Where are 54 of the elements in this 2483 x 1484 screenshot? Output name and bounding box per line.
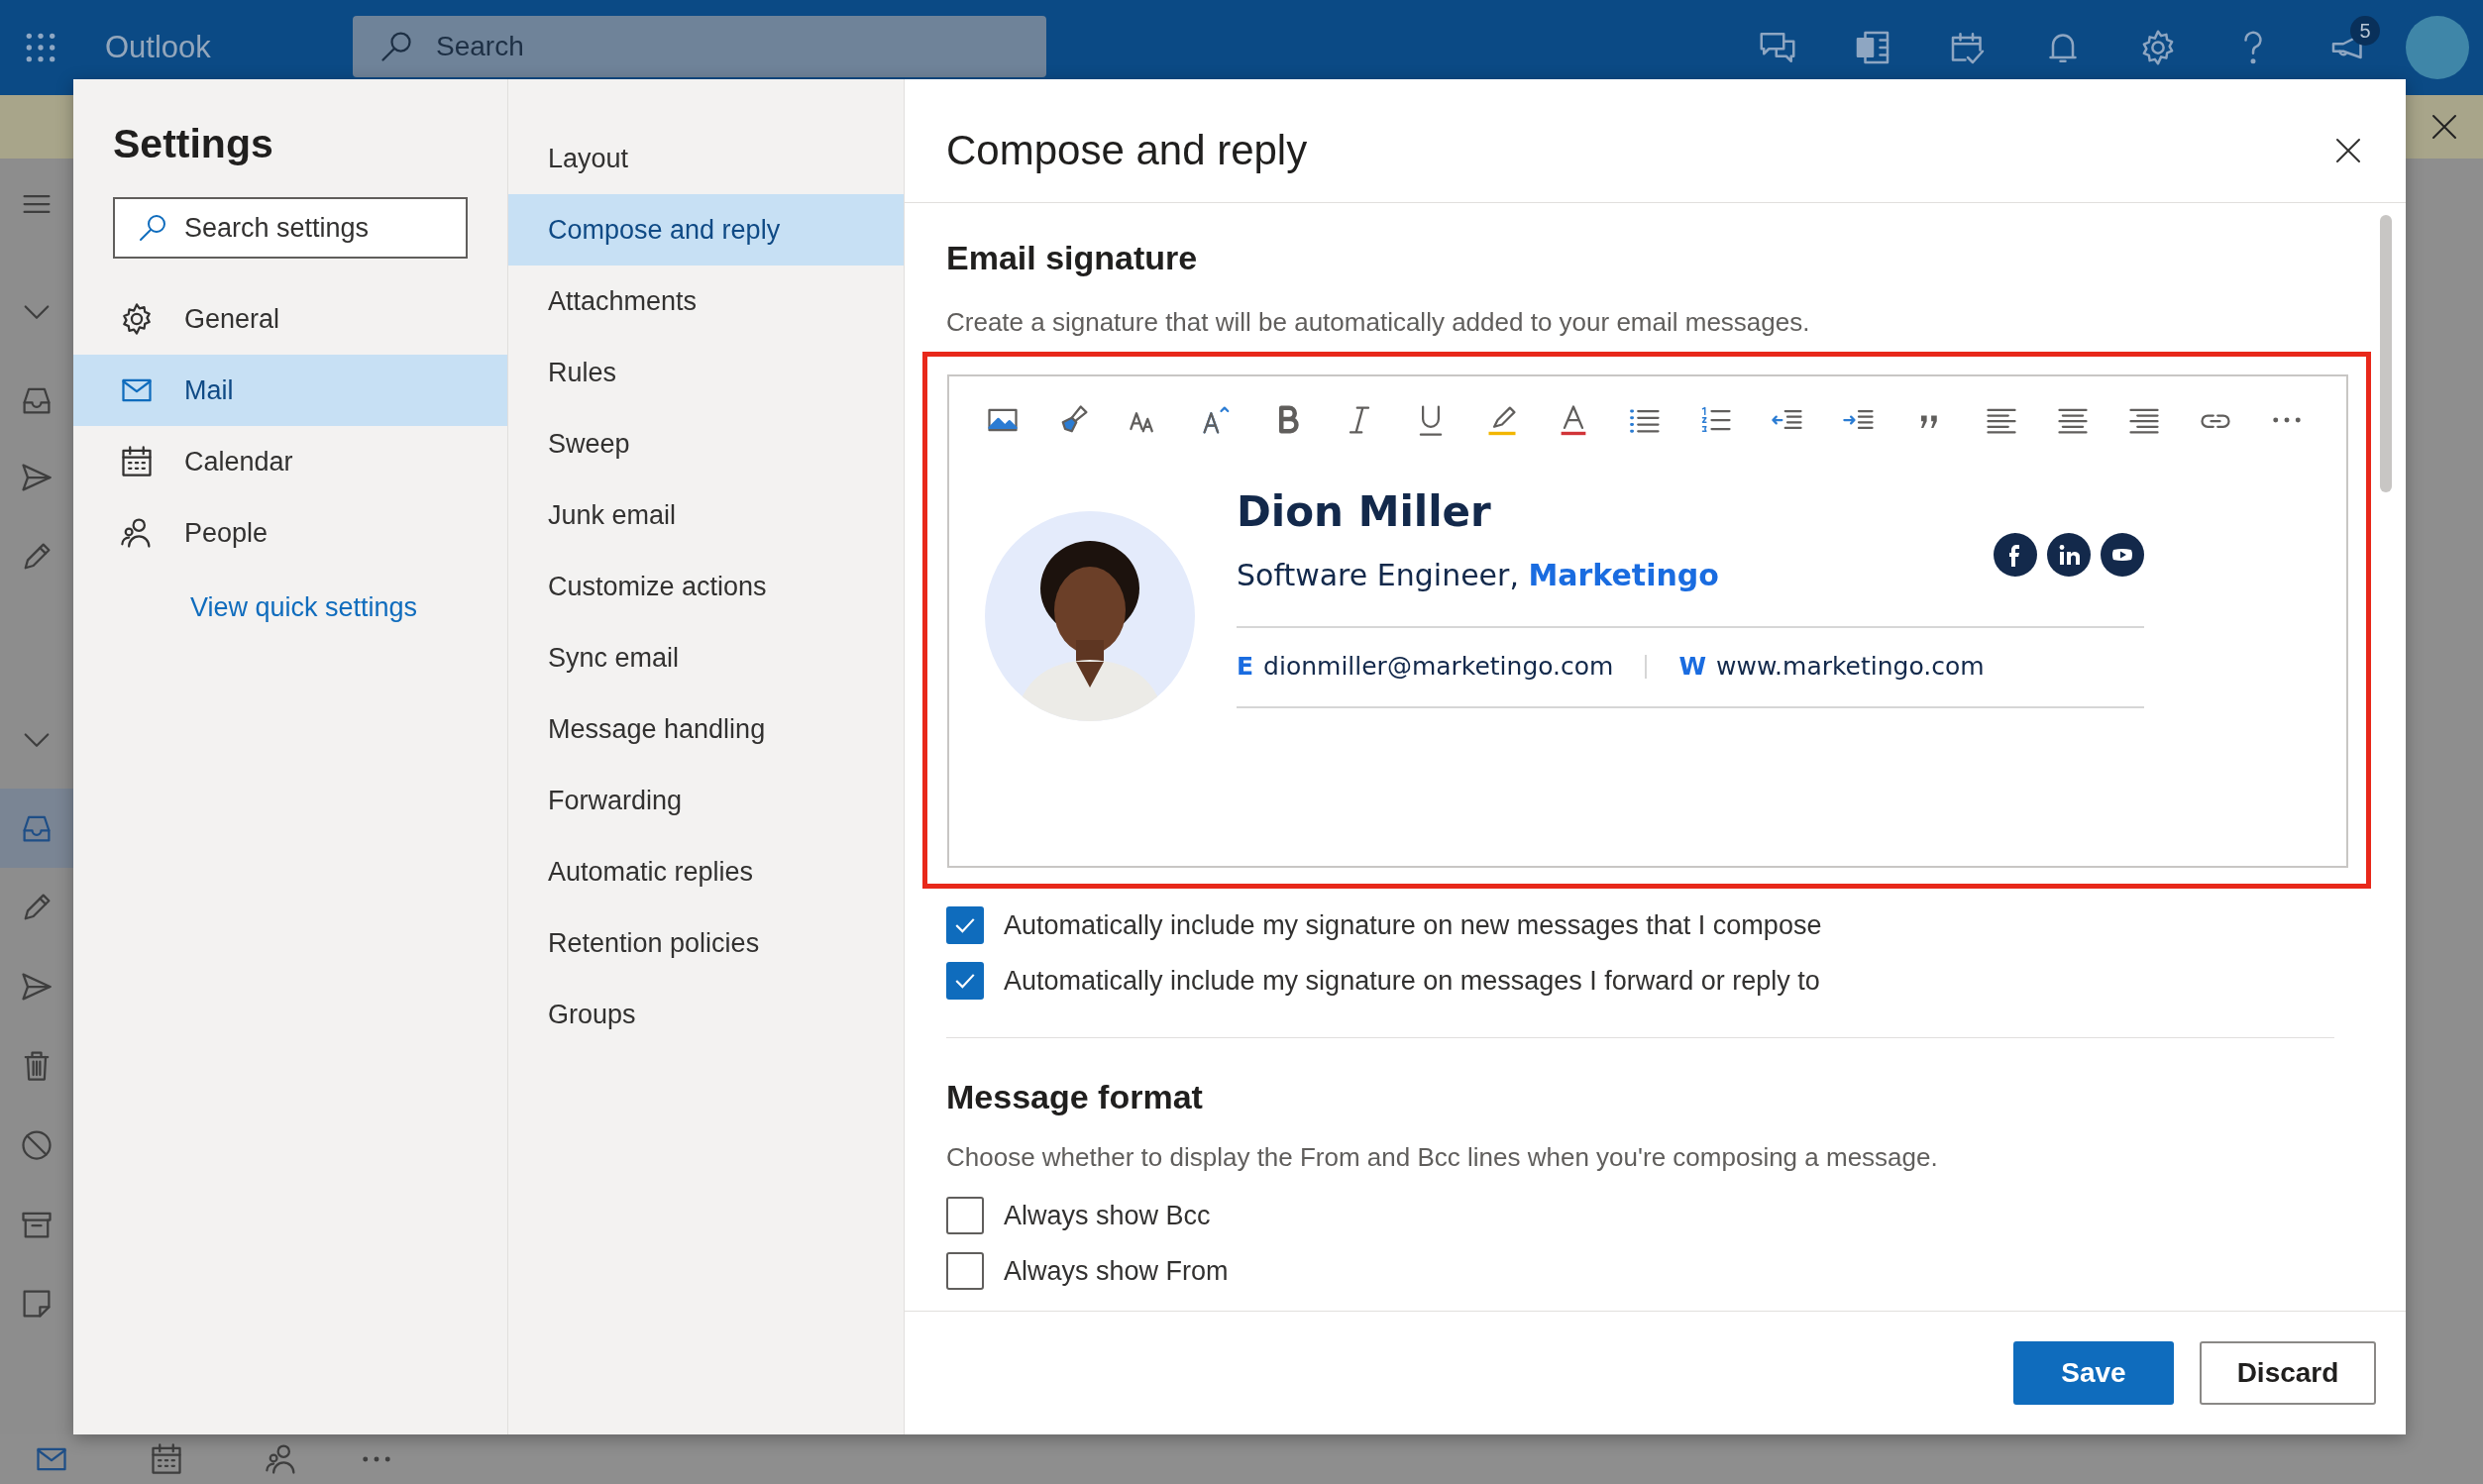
search-field[interactable]: Search settings (113, 197, 468, 259)
signature-editor[interactable]: Dion Miller Software Engineer, Marketingo E dionmiller@marketingo.com W www.marketingo.com (947, 374, 2348, 868)
settings-title: Settings (113, 121, 274, 167)
settings-subcategory[interactable]: Retention policies (508, 907, 904, 979)
signature-name: Dion Miller (1237, 487, 1492, 536)
checkbox[interactable] (946, 906, 984, 944)
app-name: Outlook (105, 30, 212, 65)
settings-category[interactable]: People (73, 497, 507, 569)
youtube-icon[interactable] (2101, 532, 2144, 577)
settings-subcategory[interactable]: Customize actions (508, 551, 904, 622)
email-address: dionmiller@marketingo.com (1263, 652, 1614, 681)
checkbox-label: Always show From (1004, 1255, 1229, 1287)
quick-settings-link[interactable]: View quick settings (190, 592, 418, 623)
discard-button[interactable]: Discard (2200, 1341, 2376, 1405)
scrollbar-thumb[interactable] (2380, 215, 2392, 492)
calendar-icon (119, 444, 155, 479)
linkedin-icon[interactable] (2047, 532, 2091, 577)
job-title: Software Engineer, Marketingo (1237, 558, 1720, 592)
checkbox[interactable] (946, 962, 984, 1000)
settings-subcategory[interactable]: Attachments (508, 265, 904, 337)
calendar-icon[interactable] (149, 1441, 184, 1477)
website-address: www.marketingo.com (1716, 652, 1985, 681)
checkbox-label: Always show Bcc (1004, 1200, 1211, 1231)
section-heading: Message format (946, 1078, 1204, 1116)
settings-subcategory[interactable]: Message handling (508, 693, 904, 765)
facebook-icon[interactable] (1994, 532, 2037, 577)
search-icon (378, 29, 414, 64)
save-button[interactable]: Save (2013, 1341, 2174, 1405)
settings-category[interactable]: General (73, 283, 507, 355)
checkbox[interactable] (946, 1252, 984, 1290)
section-heading: Email signature (946, 239, 1199, 277)
settings-subcategory[interactable]: Compose and reply (508, 194, 904, 265)
settings-subcategory[interactable]: Rules (508, 337, 904, 408)
checkbox-label: Automatically include my signature on messages I forward or reply to (1004, 965, 1820, 997)
settings-subcategory[interactable]: Junk email (508, 479, 904, 551)
website-label: W (1678, 652, 1707, 681)
search-field[interactable]: Search (353, 16, 1046, 77)
blocked-icon[interactable] (19, 1127, 54, 1163)
email-label: E (1237, 652, 1254, 681)
settings-subcategory[interactable]: Sync email (508, 622, 904, 693)
checkbox[interactable] (946, 1197, 984, 1234)
settings-subcategory[interactable]: Groups (508, 979, 904, 1050)
checkbox-label: Automatically include my signature on new messages that I compose (1004, 909, 1822, 941)
settings-category[interactable]: Mail (73, 355, 507, 426)
section-description: Choose whether to display the From and Bcc lines when you're composing a message. (946, 1142, 1939, 1173)
settings-subcategory[interactable]: Automatic replies (508, 836, 904, 907)
notification-badge: 5 (2350, 16, 2380, 46)
settings-subcategory[interactable]: Sweep (508, 408, 904, 479)
settings-subcategory[interactable]: Layout (508, 123, 904, 194)
search-icon (137, 212, 168, 244)
settings-category[interactable]: Calendar (73, 426, 507, 497)
panel-title: Compose and reply (946, 127, 1309, 174)
section-description: Create a signature that will be automatically added to your email messages. (946, 307, 1811, 338)
settings-subcategory[interactable]: Forwarding (508, 765, 904, 836)
